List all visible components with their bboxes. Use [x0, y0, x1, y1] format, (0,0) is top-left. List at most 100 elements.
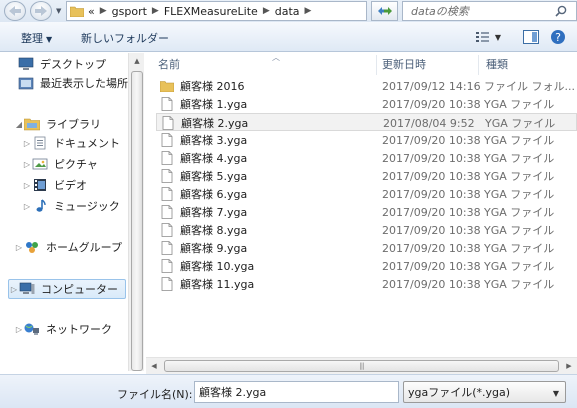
search-box[interactable] — [402, 1, 577, 21]
file-row[interactable]: 顧客様 11.yga 2017/09/20 10:38 YGA ファイル — [156, 275, 577, 293]
folder-icon — [69, 6, 85, 17]
nav-item-homegroup[interactable]: ▷ ホームグループ — [14, 238, 128, 256]
nav-item-network[interactable]: ▷ ネットワーク — [14, 320, 128, 338]
file-row[interactable]: 顧客様 3.yga 2017/09/20 10:38 YGA ファイル — [156, 131, 577, 149]
address-bar[interactable]: « ▶ gsport ▶ FLEXMeasureLite ▶ data ▶ — [66, 1, 367, 21]
file-row[interactable]: 顧客様 8.yga 2017/09/20 10:38 YGA ファイル — [156, 221, 577, 239]
nav-item-pictures[interactable]: ▷ ピクチャ — [22, 155, 128, 173]
breadcrumb-gsport[interactable]: gsport — [112, 5, 147, 18]
preview-pane-button[interactable] — [521, 28, 541, 46]
file-icon — [160, 241, 174, 255]
nav-item-label: ミュージック — [54, 200, 120, 213]
nav-item-documents[interactable]: ▷ ドキュメント — [22, 134, 128, 152]
file-row[interactable]: 顧客様 10.yga 2017/09/20 10:38 YGA ファイル — [156, 257, 577, 275]
column-header-date[interactable]: 更新日時 — [382, 53, 482, 75]
back-button[interactable] — [4, 1, 26, 21]
nav-item-videos[interactable]: ▷ ビデオ — [22, 176, 128, 194]
chevron-right-icon[interactable]: ▶ — [263, 6, 270, 16]
file-date: 2017/09/12 14:16 — [382, 79, 481, 93]
search-input[interactable] — [403, 4, 553, 18]
file-icon — [160, 259, 174, 273]
collapse-triangle-icon[interactable]: ◢ — [14, 120, 24, 129]
recent-locations-dropdown[interactable]: ▼ — [56, 7, 61, 15]
file-row[interactable]: 顧客様 9.yga 2017/09/20 10:38 YGA ファイル — [156, 239, 577, 257]
sort-ascending-icon: ︿ — [272, 53, 280, 62]
breadcrumb-flexmeasurelite[interactable]: FLEXMeasureLite — [164, 5, 258, 18]
file-name: 顧客様 11.yga — [180, 278, 255, 291]
file-name-cell: 顧客様 4.yga — [160, 149, 247, 167]
scroll-left-icon[interactable]: ◀ — [146, 358, 162, 375]
file-list-horizontal-scrollbar[interactable]: ◀ ||| ▶ — [146, 357, 577, 374]
new-folder-button[interactable]: 新しいフォルダー — [81, 30, 169, 46]
file-row[interactable]: 顧客様 4.yga 2017/09/20 10:38 YGA ファイル — [156, 149, 577, 167]
computer-icon — [19, 282, 35, 296]
expand-triangle-icon[interactable]: ▷ — [22, 139, 32, 148]
grip-icon: ||| — [359, 362, 364, 370]
file-row[interactable]: 顧客様 1.yga 2017/09/20 10:38 YGA ファイル — [156, 95, 577, 113]
column-divider[interactable] — [478, 55, 479, 75]
view-options-chevron-down-icon[interactable]: ▼ — [492, 28, 504, 46]
chevron-down-icon: ▼ — [46, 35, 53, 44]
expand-triangle-icon[interactable]: ▷ — [22, 202, 32, 211]
help-button[interactable]: ? — [548, 28, 568, 46]
change-view-button[interactable] — [474, 28, 494, 46]
nav-item-libraries[interactable]: ◢ ライブラリ — [14, 115, 128, 133]
file-name: 顧客様 7.yga — [180, 206, 248, 219]
address-overflow-icon[interactable]: « — [88, 5, 95, 18]
nav-item-computer[interactable]: ▷ コンピューター — [8, 279, 126, 299]
file-type: YGA ファイル — [484, 206, 555, 219]
file-row[interactable]: 顧客様 7.yga 2017/09/20 10:38 YGA ファイル — [156, 203, 577, 221]
scroll-right-icon[interactable]: ▶ — [561, 358, 577, 375]
search-icon[interactable] — [555, 5, 567, 17]
recent-places-icon — [18, 76, 34, 90]
file-date: 2017/09/20 10:38 — [382, 133, 481, 147]
file-row[interactable]: 顧客様 2016 2017/09/12 14:16 ファイル フォル... — [156, 77, 577, 95]
preview-pane-icon — [523, 30, 539, 44]
file-type: YGA ファイル — [484, 170, 555, 183]
filetype-value: ygaファイル(*.yga) — [408, 386, 511, 399]
nav-item-music[interactable]: ▷ ミュージック — [22, 197, 128, 215]
nav-item-recent-places[interactable]: 最近表示した場所 — [18, 74, 128, 92]
nav-item-desktop[interactable]: デスクトップ — [18, 55, 128, 73]
chevron-right-icon[interactable]: ▶ — [305, 6, 312, 16]
nav-item-label: ドキュメント — [54, 137, 120, 150]
music-icon — [32, 199, 48, 213]
chevron-right-icon[interactable]: ▶ — [152, 6, 159, 16]
forward-button[interactable] — [30, 1, 52, 21]
nav-item-label: ネットワーク — [46, 323, 112, 336]
scrollbar-thumb[interactable]: ||| — [164, 360, 559, 372]
file-row[interactable]: 顧客様 6.yga 2017/09/20 10:38 YGA ファイル — [156, 185, 577, 203]
command-bar: 整理 ▼ 新しいフォルダー ▼ ? — [0, 22, 577, 52]
expand-triangle-icon[interactable]: ▷ — [14, 243, 24, 252]
column-divider[interactable] — [376, 55, 377, 75]
column-header-name[interactable]: 名前 ︿ — [158, 53, 380, 75]
file-row[interactable]: 顧客様 5.yga 2017/09/20 10:38 YGA ファイル — [156, 167, 577, 185]
file-name-cell: 顧客様 6.yga — [160, 185, 247, 203]
file-name: 顧客様 9.yga — [180, 242, 248, 255]
file-row[interactable]: 顧客様 2.yga 2017/08/04 9:52 YGA ファイル — [156, 113, 577, 131]
file-name-cell: 顧客様 1.yga — [160, 95, 247, 113]
navigation-scrollbar[interactable]: ▲ — [128, 53, 144, 371]
file-name: 顧客様 8.yga — [180, 224, 248, 237]
scroll-up-icon[interactable]: ▲ — [129, 53, 145, 69]
file-name-cell: 顧客様 2.yga — [161, 114, 248, 132]
organize-button[interactable]: 整理 ▼ — [21, 30, 52, 46]
address-row: ▼ « ▶ gsport ▶ FLEXMeasureLite ▶ data ▶ — [0, 0, 577, 22]
file-name: 顧客様 5.yga — [180, 170, 248, 183]
file-date: 2017/09/20 10:38 — [382, 187, 481, 201]
scrollbar-thumb[interactable] — [131, 71, 143, 371]
file-name-cell: 顧客様 5.yga — [160, 167, 247, 185]
expand-triangle-icon[interactable]: ▷ — [14, 325, 24, 334]
chevron-right-icon[interactable]: ▶ — [100, 6, 107, 16]
file-type: YGA ファイル — [484, 260, 555, 273]
file-date: 2017/09/20 10:38 — [382, 259, 481, 273]
expand-triangle-icon[interactable]: ▷ — [9, 285, 19, 294]
expand-triangle-icon[interactable]: ▷ — [22, 181, 32, 190]
refresh-button[interactable] — [371, 1, 398, 21]
filename-input[interactable] — [194, 381, 399, 403]
expand-triangle-icon[interactable]: ▷ — [22, 160, 32, 169]
nav-item-label: デスクトップ — [40, 58, 106, 71]
column-header-type[interactable]: 種類 — [486, 53, 576, 75]
filetype-select[interactable]: ygaファイル(*.yga) ▼ — [403, 381, 566, 403]
breadcrumb-data[interactable]: data — [275, 5, 300, 18]
